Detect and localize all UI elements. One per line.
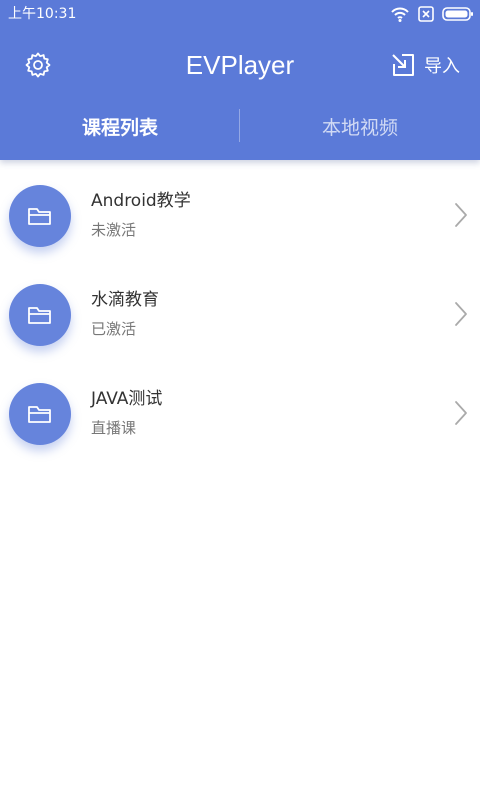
- course-item-android[interactable]: Android教学 未激活: [0, 160, 480, 259]
- import-label: 导入: [424, 56, 460, 77]
- chevron-right-icon: [455, 302, 467, 326]
- course-avatar: [9, 185, 71, 247]
- title-bar: EVPlayer 导入: [0, 36, 480, 94]
- tab-course-list[interactable]: 课程列表: [0, 100, 240, 152]
- status-time: 上午10:31: [8, 6, 77, 22]
- course-list: Android教学 未激活 水滴教育 已激活 JAVA测试 直播课: [0, 160, 480, 457]
- course-name: JAVA测试: [91, 389, 163, 409]
- import-arrow-icon: [392, 54, 414, 76]
- tab-divider: [239, 109, 240, 142]
- folder-icon: [28, 307, 51, 324]
- course-status: 已激活: [91, 320, 137, 338]
- course-avatar: [9, 383, 71, 445]
- tab-local-video[interactable]: 本地视频: [240, 100, 480, 152]
- battery-icon: [442, 5, 474, 23]
- folder-icon: [28, 208, 51, 225]
- course-status: 未激活: [91, 221, 137, 239]
- tab-bar: 课程列表 本地视频: [0, 100, 480, 152]
- import-button[interactable]: 导入: [390, 48, 460, 82]
- course-item-water-drop[interactable]: 水滴教育 已激活: [0, 259, 480, 358]
- tab-local-video-label: 本地视频: [321, 116, 398, 139]
- course-status: 直播课: [91, 419, 137, 437]
- course-item-java[interactable]: JAVA测试 直播课: [0, 358, 480, 457]
- gear-icon: [25, 52, 51, 78]
- settings-button[interactable]: [18, 48, 58, 82]
- status-icons: [390, 5, 474, 23]
- status-bar: 上午10:31: [0, 0, 480, 28]
- tab-course-list-label: 课程列表: [81, 116, 158, 139]
- course-avatar: [9, 284, 71, 346]
- sim-error-icon: [418, 5, 434, 23]
- course-name: 水滴教育: [91, 290, 159, 310]
- chevron-right-icon: [455, 203, 467, 227]
- wifi-icon: [390, 5, 410, 23]
- folder-icon: [28, 406, 51, 423]
- course-name: Android教学: [91, 191, 191, 211]
- app-header: 上午10:31 EVPlayer 导入 课程列表 本地视频: [0, 0, 480, 160]
- chevron-right-icon: [455, 401, 467, 425]
